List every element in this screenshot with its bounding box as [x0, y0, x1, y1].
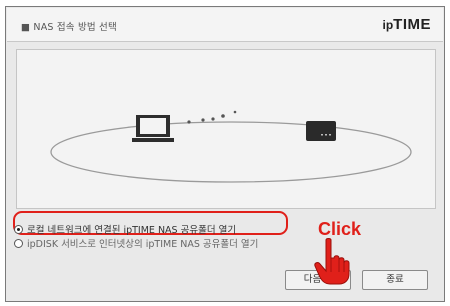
option-ipdisk-internet[interactable]: ipDISK 서비스로 인터넷상의 ipTIME NAS 공유폴더 열기	[14, 236, 258, 250]
option-ipdisk-internet-label: ipDISK 서비스로 인터넷상의 ipTIME NAS 공유폴더 열기	[27, 239, 259, 250]
option-local-network-label: 로컬 네트워크에 연결된 ipTIME NAS 공유폴더 열기	[27, 225, 237, 236]
network-illustration-panel	[16, 49, 436, 209]
nas-device-icon	[306, 121, 336, 141]
network-ring	[50, 121, 412, 183]
radio-ipdisk-internet[interactable]	[14, 238, 23, 248]
title-bar: ■ NAS 접속 방법 선택 ipTIME	[7, 8, 443, 42]
laptop-icon	[132, 115, 174, 142]
radio-local-network[interactable]	[14, 224, 23, 234]
pointing-hand-icon	[314, 238, 350, 285]
exit-button[interactable]: 종료	[362, 270, 428, 290]
iptime-logo: ipTIME	[382, 16, 431, 33]
option-local-network[interactable]: 로컬 네트워크에 연결된 ipTIME NAS 공유폴더 열기	[14, 222, 236, 236]
network-illustration	[50, 110, 412, 183]
nas-connection-dialog: ■ NAS 접속 방법 선택 ipTIME	[5, 6, 445, 302]
click-annotation: Click	[318, 219, 362, 239]
dialog-title: ■ NAS 접속 방법 선택	[21, 22, 117, 33]
